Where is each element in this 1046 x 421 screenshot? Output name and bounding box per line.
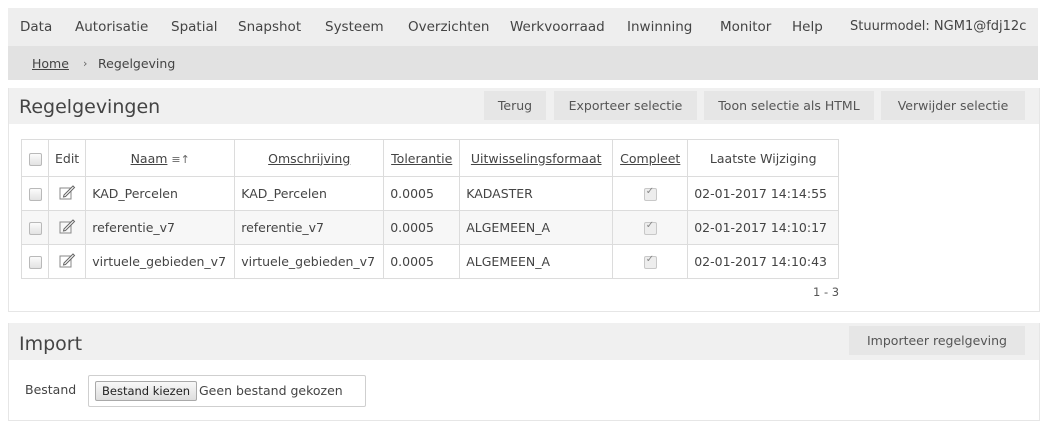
col-tolerantie-label: Tolerantie — [391, 150, 453, 166]
pager-range: 1 - 3 — [813, 285, 840, 299]
col-uitwisselingsformaat-label: Uitwisselingsformaat — [470, 150, 602, 166]
menu-inwinning[interactable]: Inwinning — [627, 8, 692, 46]
main-menu-bar: Data Autorisatie Spatial Snapshot Systee… — [8, 8, 1038, 46]
col-omschrijving[interactable]: Omschrijving — [234, 139, 385, 177]
file-input[interactable]: Bestand kiezen Geen bestand gekozen — [88, 375, 366, 407]
edit-pencil-icon[interactable] — [47, 176, 87, 211]
compleet-checkbox — [612, 244, 689, 279]
menu-overzichten[interactable]: Overzichten — [408, 8, 489, 46]
cell-omschrijving: KAD_Percelen — [234, 176, 385, 211]
menu-monitor[interactable]: Monitor — [720, 8, 771, 46]
breadcrumb: Home › Regelgeving — [8, 46, 1038, 80]
cell-formaat: ALGEMEEN_A — [459, 210, 614, 245]
menu-snapshot[interactable]: Snapshot — [238, 8, 301, 46]
bestand-kiezen-button[interactable]: Bestand kiezen — [95, 381, 198, 401]
cell-tolerantie: 0.0005 — [383, 176, 461, 211]
cell-wijziging: 02-01-2017 14:10:17 — [687, 210, 840, 245]
col-compleet-label: Compleet — [620, 150, 681, 166]
col-naam-label: Naam — [130, 150, 168, 166]
cell-formaat: ALGEMEEN_A — [459, 244, 614, 279]
terug-button[interactable]: Terug — [484, 91, 546, 120]
breadcrumb-separator: › — [83, 57, 88, 70]
regelgevingen-header: Regelgevingen Terug Exporteer selectie T… — [9, 88, 1039, 124]
exporteer-selectie-button[interactable]: Exporteer selectie — [554, 91, 697, 120]
page-title: Regelgevingen — [19, 96, 161, 118]
row-select-checkbox[interactable] — [21, 210, 49, 245]
cell-naam: KAD_Percelen — [85, 176, 236, 211]
menu-data[interactable]: Data — [20, 8, 52, 46]
cell-naam: referentie_v7 — [85, 210, 236, 245]
import-header: Import Importeer regelgeving — [9, 323, 1039, 360]
col-uitwisselingsformaat[interactable]: Uitwisselingsformaat — [459, 139, 614, 177]
col-laatste-wijziging: Laatste Wijziging — [687, 139, 840, 177]
cell-tolerantie: 0.0005 — [383, 244, 461, 279]
breadcrumb-home-link[interactable]: Home — [32, 46, 69, 82]
col-edit: Edit — [47, 139, 87, 177]
breadcrumb-current: Regelgeving — [98, 56, 176, 71]
compleet-checkbox — [612, 210, 689, 245]
col-naam[interactable]: Naam ≡↑ — [85, 139, 236, 177]
menu-autorisatie[interactable]: Autorisatie — [75, 8, 148, 46]
stuurmodel-label: Stuurmodel: NGM1@fdj12c — [850, 19, 1027, 34]
col-omschrijving-label: Omschrijving — [268, 150, 351, 166]
cell-omschrijving: virtuele_gebieden_v7 — [234, 244, 385, 279]
toon-selectie-html-button[interactable]: Toon selectie als HTML — [704, 91, 874, 120]
table-row: KAD_Percelen KAD_Percelen 0.0005 KADASTE… — [21, 176, 840, 211]
cell-tolerantie: 0.0005 — [383, 210, 461, 245]
cell-naam: virtuele_gebieden_v7 — [85, 244, 236, 279]
importeer-regelgeving-button[interactable]: Importeer regelgeving — [849, 326, 1025, 355]
cell-wijziging: 02-01-2017 14:14:55 — [687, 176, 840, 211]
menu-systeem[interactable]: Systeem — [325, 8, 384, 46]
edit-pencil-icon[interactable] — [47, 210, 87, 245]
regelgevingen-table: Edit Naam ≡↑ Omschrijving Tolerantie Uit… — [21, 139, 840, 279]
cell-omschrijving: referentie_v7 — [234, 210, 385, 245]
table-row: referentie_v7 referentie_v7 0.0005 ALGEM… — [21, 210, 840, 245]
file-status: Geen bestand gekozen — [199, 383, 343, 398]
sort-ascending-icon: ≡↑ — [171, 152, 190, 166]
edit-pencil-icon[interactable] — [47, 244, 87, 279]
verwijder-selectie-button[interactable]: Verwijder selectie — [881, 91, 1025, 120]
row-select-checkbox[interactable] — [21, 244, 49, 279]
menu-werkvoorraad[interactable]: Werkvoorraad — [510, 8, 605, 46]
select-all-checkbox[interactable] — [21, 139, 49, 177]
table-header-row: Edit Naam ≡↑ Omschrijving Tolerantie Uit… — [21, 139, 840, 177]
compleet-checkbox — [612, 176, 689, 211]
bestand-label: Bestand — [25, 382, 77, 397]
cell-wijziging: 02-01-2017 14:10:43 — [687, 244, 840, 279]
import-title: Import — [19, 333, 83, 355]
col-tolerantie[interactable]: Tolerantie — [383, 139, 461, 177]
cell-formaat: KADASTER — [459, 176, 614, 211]
row-select-checkbox[interactable] — [21, 176, 49, 211]
menu-spatial[interactable]: Spatial — [171, 8, 217, 46]
menu-help[interactable]: Help — [792, 8, 823, 46]
col-compleet[interactable]: Compleet — [612, 139, 689, 177]
table-row: virtuele_gebieden_v7 virtuele_gebieden_v… — [21, 244, 840, 279]
